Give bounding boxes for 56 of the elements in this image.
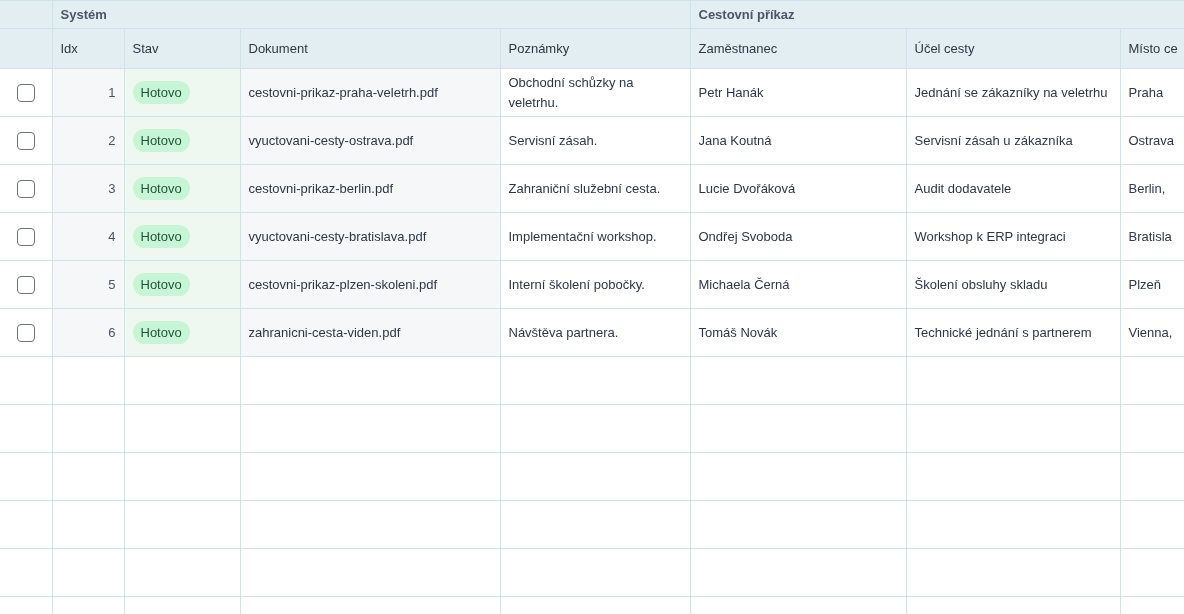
column-header[interactable]: Účel cesty	[914, 40, 975, 56]
row-index: 5	[108, 276, 116, 292]
employee-cell: Lucie Dvořáková	[698, 180, 796, 196]
row-checkbox[interactable]	[16, 324, 35, 343]
row-index: 6	[108, 324, 116, 340]
employee-cell: Michaela Černá	[698, 276, 790, 292]
document-cell: zahranicni-cesta-viden.pdf	[248, 324, 401, 340]
document-cell: cestovni-prikaz-praha-veletrh.pdf	[248, 84, 438, 100]
column-header[interactable]: Poznámky	[508, 40, 570, 56]
column-header[interactable]: Stav	[132, 40, 159, 56]
purpose-cell: Audit dodavatele	[914, 180, 1012, 196]
employee-cell: Ondřej Svoboda	[698, 228, 793, 244]
row-index: 2	[108, 132, 116, 148]
row-checkbox[interactable]	[16, 132, 35, 151]
notes-cell: Servisní zásah.	[508, 132, 598, 148]
purpose-cell: Workshop k ERP integraci	[914, 228, 1066, 244]
row-checkbox[interactable]	[16, 228, 35, 247]
purpose-cell: Servisní zásah u zákazníka	[914, 132, 1073, 148]
document-cell: vyuctovani-cesty-bratislava.pdf	[248, 228, 427, 244]
notes-cell: Obchodní schůzky na veletrhu.	[508, 74, 634, 110]
place-cell: Ostrava	[1128, 132, 1174, 148]
place-cell: Berlin,	[1128, 180, 1166, 196]
notes-cell: Zahraniční služební cesta.	[508, 180, 661, 196]
row-checkbox[interactable]	[16, 276, 35, 295]
status-badge: Hotovo	[132, 176, 190, 201]
purpose-cell: Technické jednání s partnerem	[914, 324, 1092, 340]
purpose-cell: Školení obsluhy skladu	[914, 276, 1048, 292]
status-badge: Hotovo	[132, 320, 190, 345]
document-cell: cestovni-prikaz-plzen-skoleni.pdf	[248, 276, 438, 292]
notes-cell: Implementační workshop.	[508, 228, 657, 244]
employee-cell: Tomáš Novák	[698, 324, 778, 340]
row-checkbox[interactable]	[16, 180, 35, 199]
column-header[interactable]: Zaměstnanec	[698, 40, 778, 56]
place-cell: Vienna,	[1128, 324, 1173, 340]
document-cell: cestovni-prikaz-berlin.pdf	[248, 180, 393, 196]
column-header[interactable]: Idx	[60, 40, 78, 56]
column-group-header: Systém	[60, 6, 107, 22]
status-badge: Hotovo	[132, 80, 190, 105]
purpose-cell: Jednání se zákazníky na veletrhu	[914, 84, 1108, 100]
employee-cell: Petr Hanák	[698, 84, 764, 100]
row-index: 3	[108, 180, 116, 196]
employee-cell: Jana Koutná	[698, 132, 772, 148]
notes-cell: Návštěva partnera.	[508, 324, 619, 340]
row-index: 1	[108, 84, 116, 100]
document-cell: vyuctovani-cesty-ostrava.pdf	[248, 132, 414, 148]
column-group-header: Cestovní příkaz	[698, 6, 795, 22]
status-badge: Hotovo	[132, 272, 190, 297]
status-badge: Hotovo	[132, 224, 190, 249]
row-index: 4	[108, 228, 116, 244]
place-cell: Praha	[1128, 84, 1164, 100]
notes-cell: Interní školení pobočky.	[508, 276, 645, 292]
status-badge: Hotovo	[132, 128, 190, 153]
column-header[interactable]: Dokument	[248, 40, 308, 56]
place-cell: Plzeň	[1128, 276, 1162, 292]
place-cell: Bratisla	[1128, 228, 1172, 244]
row-checkbox[interactable]	[16, 84, 35, 103]
